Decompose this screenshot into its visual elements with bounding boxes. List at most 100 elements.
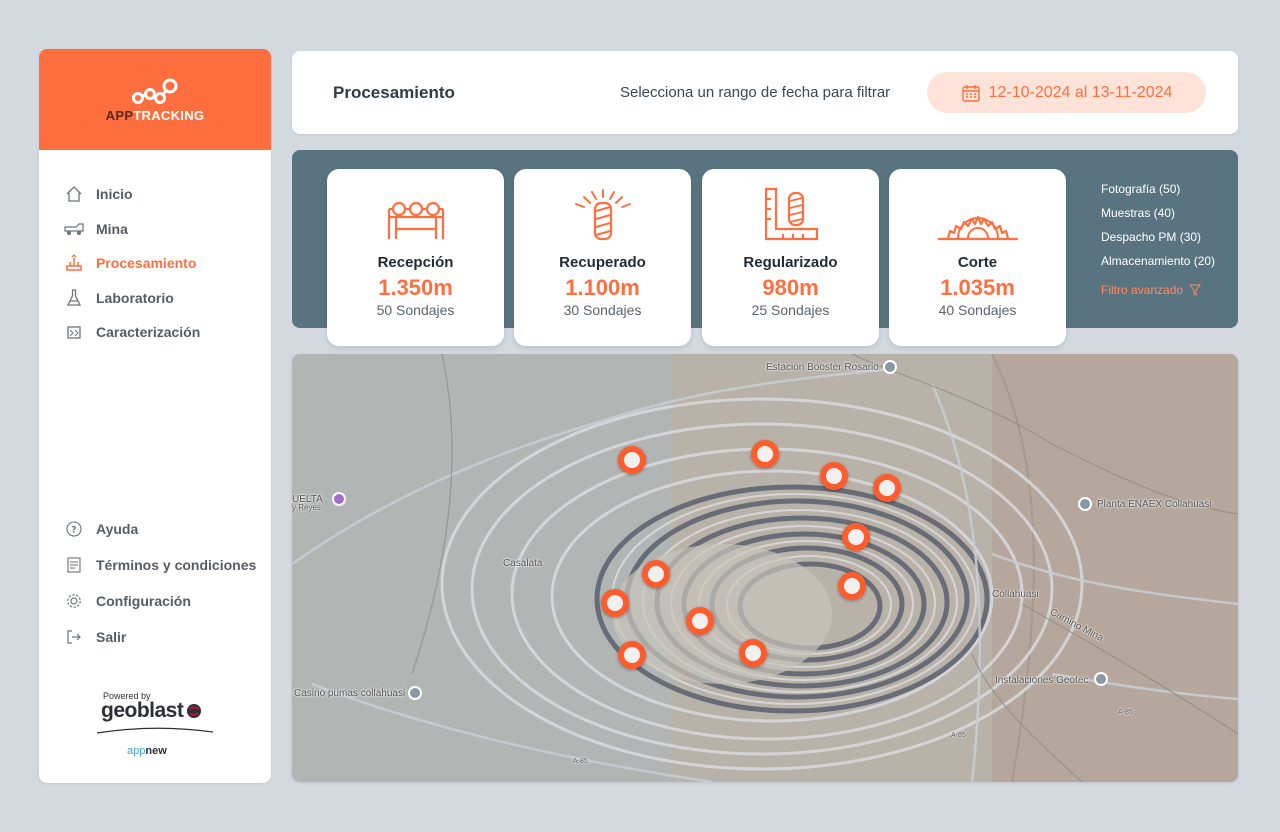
geoblast-text: geoblast: [101, 699, 184, 722]
map-terrain: [292, 354, 1238, 782]
stat-sub: 40 Sondajes: [938, 302, 1017, 318]
place-pin-icon: [332, 492, 346, 506]
logo-text-tracking: TRACKING: [133, 108, 205, 123]
map-marker[interactable]: [601, 589, 629, 617]
document-icon: [64, 555, 84, 575]
sidebar-item-label: Términos y condiciones: [96, 557, 257, 573]
stat-value: 980m: [762, 275, 819, 300]
stat-card-corte[interactable]: Corte 1.035m 40 Sondajes: [889, 169, 1066, 346]
stat-value: 1.350m: [378, 275, 453, 300]
sidebar-item-label: Configuración: [96, 593, 191, 609]
stat-sub: 30 Sondajes: [563, 302, 642, 318]
map-marker[interactable]: [618, 446, 646, 474]
satellite-map[interactable]: Estación Booster Rosario Planta ENAEX Co…: [292, 354, 1238, 782]
map-label: Planta ENAEX Collahuasi: [1097, 499, 1212, 510]
map-label: A-85: [951, 732, 966, 739]
sidebar-item-terminos[interactable]: Términos y condiciones: [64, 547, 256, 583]
map-label: Casalata: [503, 558, 543, 569]
sidebar-item-caracterizacion[interactable]: Caracterización: [64, 315, 200, 350]
stat-name: Recepción: [377, 254, 454, 271]
stat-name: Corte: [957, 254, 998, 271]
advanced-filter-button[interactable]: Filtro avanzado: [1101, 278, 1215, 302]
stat-sub: 50 Sondajes: [376, 302, 455, 318]
logo-text-app: APP: [105, 108, 134, 123]
logo-icon: [132, 78, 178, 104]
characterization-icon: [64, 322, 84, 342]
sidebar: APPTRACKING Inicio Mina Procesamiento La…: [39, 49, 271, 783]
ruler-core-icon: [702, 169, 879, 249]
date-filter-label: Selecciona un rango de fecha para filtra…: [620, 84, 891, 101]
map-label: Casino pumas collahuasi: [294, 688, 406, 699]
stat-name: Regularizado: [743, 254, 838, 271]
help-icon: ?: [64, 519, 84, 539]
filter-almacenamiento[interactable]: Almacenamiento (20): [1101, 254, 1215, 278]
stat-sub: 25 Sondajes: [751, 302, 830, 318]
saw-blade-icon: [889, 169, 1066, 249]
map-label: Collahuasi: [992, 589, 1039, 600]
processing-icon: [64, 253, 84, 273]
sidebar-item-mina[interactable]: Mina: [64, 212, 200, 247]
home-icon: [64, 184, 84, 204]
map-marker[interactable]: [618, 641, 646, 669]
date-range-button[interactable]: 12-10-2024 al 13-11-2024: [927, 72, 1206, 113]
date-range-text: 12-10-2024 al 13-11-2024: [988, 83, 1173, 101]
core-sample-icon: [514, 169, 691, 249]
calendar-icon: [961, 83, 981, 103]
filter-despacho-pm[interactable]: Despacho PM (30): [1101, 230, 1215, 254]
sidebar-item-label: Ayuda: [96, 521, 139, 537]
sidebar-item-label: Mina: [96, 220, 128, 237]
gear-icon: [64, 591, 84, 611]
sidebar-item-salir[interactable]: Salir: [64, 619, 256, 655]
sidebar-item-ayuda[interactable]: ? Ayuda: [64, 511, 256, 547]
place-pin-icon: [883, 360, 897, 374]
appnew-text-a: app: [127, 745, 146, 757]
main-nav: Inicio Mina Procesamiento Laboratorio Ca…: [64, 177, 200, 350]
geoblast-logo: geoblast: [101, 699, 215, 722]
globe-icon: [187, 704, 202, 718]
sidebar-item-laboratorio[interactable]: Laboratorio: [64, 281, 200, 316]
conveyor-icon: [327, 169, 504, 249]
stat-value: 1.035m: [940, 275, 1015, 300]
stat-card-recuperado[interactable]: Recuperado 1.100m 30 Sondajes: [514, 169, 691, 346]
map-marker[interactable]: [820, 462, 848, 490]
sidebar-item-label: Salir: [96, 629, 127, 645]
filter-muestras[interactable]: Muestras (40): [1101, 206, 1215, 230]
map-marker[interactable]: [739, 639, 767, 667]
place-pin-icon: [1094, 672, 1108, 686]
sidebar-item-label: Laboratorio: [96, 289, 174, 306]
map-marker[interactable]: [686, 607, 714, 635]
filter-fotografia[interactable]: Fotografía (50): [1101, 182, 1215, 206]
flask-icon: [64, 288, 84, 308]
stat-card-recepcion[interactable]: Recepción 1.350m 50 Sondajes: [327, 169, 504, 346]
map-label: A-85: [573, 758, 588, 765]
map-label: y Reyes: [292, 503, 321, 512]
map-label: A-85: [1118, 709, 1133, 716]
sidebar-item-label: Caracterización: [96, 324, 201, 341]
advanced-filter-label: Filtro avanzado: [1101, 283, 1184, 297]
appnew-logo: appnew: [127, 745, 215, 757]
stat-card-regularizado[interactable]: Regularizado 980m 25 Sondajes: [702, 169, 879, 346]
sidebar-item-configuracion[interactable]: Configuración: [64, 583, 256, 619]
funnel-icon: [1189, 284, 1202, 296]
map-marker[interactable]: [751, 440, 779, 468]
map-label: Estación Booster Rosario: [766, 362, 879, 373]
place-pin-icon: [1078, 497, 1092, 511]
swoosh-decoration: [96, 727, 214, 734]
sidebar-item-procesamiento[interactable]: Procesamiento: [64, 246, 200, 281]
sidebar-item-label: Procesamiento: [96, 255, 197, 272]
stats-panel: Recepción 1.350m 50 Sondajes Recuperado …: [292, 150, 1238, 346]
secondary-nav: ? Ayuda Términos y condiciones Configura…: [64, 511, 256, 655]
appnew-text-b: new: [145, 745, 167, 757]
map-marker[interactable]: [642, 560, 670, 588]
map-marker[interactable]: [873, 474, 901, 502]
map-marker[interactable]: [842, 523, 870, 551]
map-marker[interactable]: [838, 572, 866, 600]
page-title: Procesamiento: [333, 83, 455, 102]
logo-text: APPTRACKING: [106, 108, 205, 123]
page-header: Procesamiento Selecciona un rango de fec…: [292, 51, 1238, 134]
sidebar-item-label: Inicio: [96, 186, 133, 203]
app-logo[interactable]: APPTRACKING: [39, 49, 271, 150]
sidebar-item-inicio[interactable]: Inicio: [64, 177, 200, 212]
filter-list: Fotografía (50) Muestras (40) Despacho P…: [1101, 182, 1215, 302]
stat-name: Recuperado: [559, 254, 646, 271]
